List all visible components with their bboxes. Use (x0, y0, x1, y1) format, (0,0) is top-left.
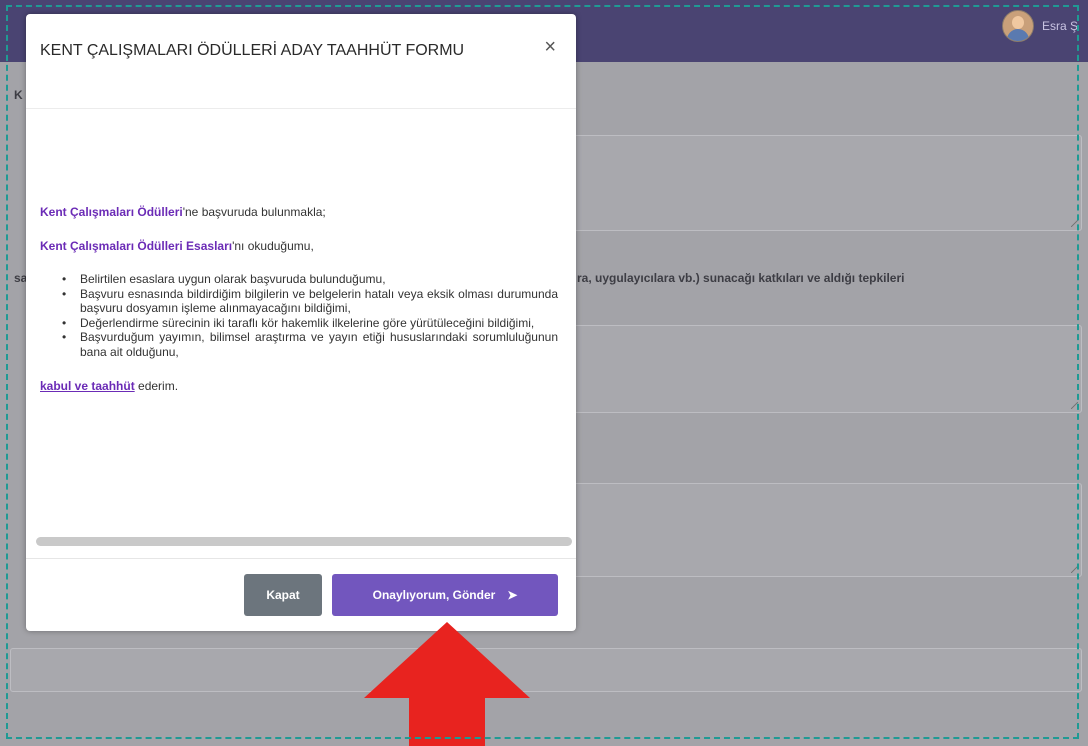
list-item: Başvuru esnasında bildirdiğim bilgilerin… (62, 287, 558, 316)
list-item: Değerlendirme sürecinin iki taraflı kör … (62, 316, 558, 331)
user-name[interactable]: Esra Ş (1042, 19, 1078, 33)
submit-button-label: Onaylıyorum, Gönder (372, 588, 496, 602)
closing-paragraph: kabul ve taahhüt ederim. (40, 379, 570, 393)
form-textarea-3[interactable] (560, 483, 1082, 577)
list-item: Başvurduğum yayımın, bilimsel araştırma … (62, 330, 558, 359)
form-input-bottom[interactable] (10, 648, 1082, 692)
user-avatar-icon[interactable] (1001, 10, 1034, 42)
awards-rules-highlight: Kent Çalışmaları Ödülleri Esasları (40, 239, 233, 253)
intro-text-1: 'ne başvuruda bulunmakla; (182, 205, 326, 219)
awards-name-highlight: Kent Çalışmaları Ödülleri (40, 205, 183, 219)
avatar-body (1006, 29, 1029, 41)
send-arrow-icon: ➤ (507, 588, 518, 602)
close-button-label: Kapat (266, 588, 300, 602)
intro-text-2: 'nı okuduğumu, (232, 239, 314, 253)
form-field-label: K (14, 88, 23, 102)
form-textarea-1[interactable] (560, 135, 1082, 231)
pointer-arrow-icon (364, 622, 530, 746)
intro-paragraph-2: Kent Çalışmaları Ödülleri Esasları'nı ok… (40, 238, 570, 254)
closing-text: ederim. (134, 379, 179, 393)
commitment-list: Belirtilen esaslara uygun olarak başvuru… (40, 272, 558, 359)
page: Esra Ş K sa ra, uygulayıcılara vb.) suna… (0, 0, 1088, 746)
form-question-label: ra, uygulayıcılara vb.) sunacağı katkıla… (577, 271, 905, 285)
avatar-head (1011, 16, 1024, 29)
commitment-form-modal: KENT ÇALIŞMALARI ÖDÜLLERİ ADAY TAAHHÜT F… (26, 14, 576, 631)
user-menu[interactable]: Esra Ş (1001, 10, 1078, 42)
confirm-submit-button[interactable]: Onaylıyorum, Gönder ➤ (332, 574, 558, 616)
intro-paragraph-1: Kent Çalışmaları Ödülleri'ne başvuruda b… (40, 204, 570, 220)
arrow-shape (364, 622, 530, 746)
horizontal-scrollbar[interactable] (36, 537, 572, 546)
resize-grip-icon[interactable] (1071, 220, 1078, 227)
close-button[interactable]: Kapat (244, 574, 322, 616)
resize-grip-icon[interactable] (1071, 402, 1078, 409)
resize-grip-icon[interactable] (1071, 566, 1078, 573)
modal-body: Kent Çalışmaları Ödülleri'ne başvuruda b… (40, 204, 570, 393)
modal-title: KENT ÇALIŞMALARI ÖDÜLLERİ ADAY TAAHHÜT F… (40, 42, 465, 59)
modal-header: KENT ÇALIŞMALARI ÖDÜLLERİ ADAY TAAHHÜT F… (26, 14, 576, 109)
close-icon[interactable]: × (544, 36, 556, 59)
list-item: Belirtilen esaslara uygun olarak başvuru… (62, 272, 558, 287)
accept-commit-link[interactable]: kabul ve taahhüt (40, 379, 135, 393)
form-textarea-2[interactable] (560, 325, 1082, 413)
